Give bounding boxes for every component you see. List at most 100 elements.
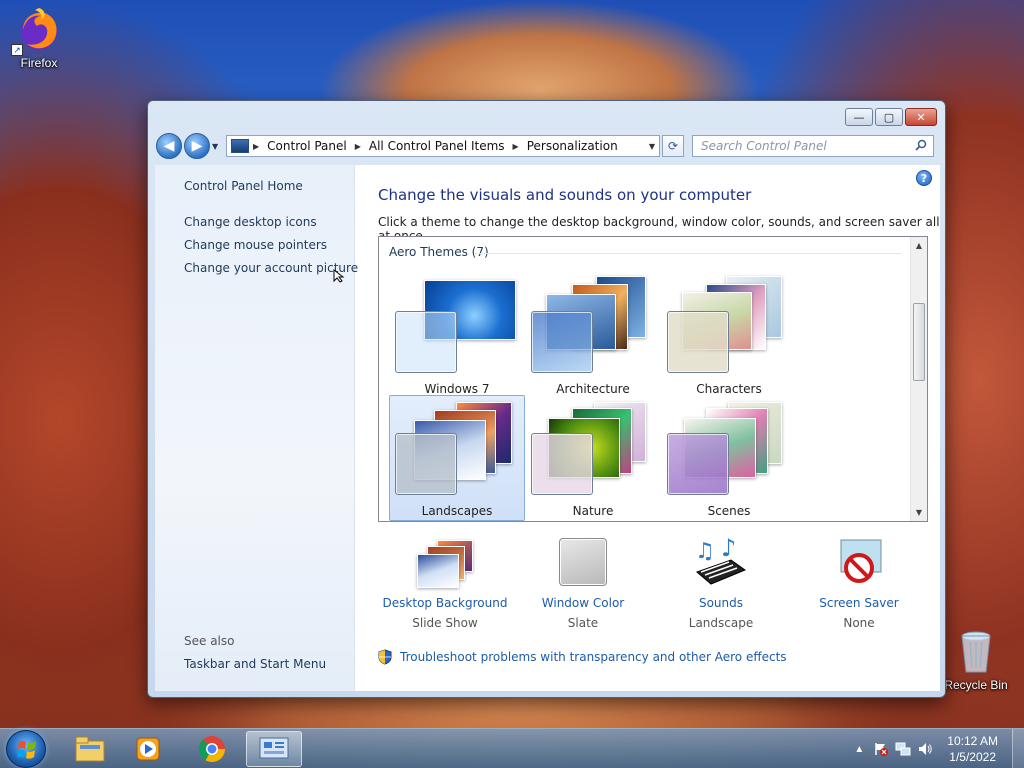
- desktop-icon-label: Firefox: [20, 56, 58, 70]
- desktop-icon-label: Recycle Bin: [944, 678, 1008, 692]
- taskbar-control-panel[interactable]: [246, 731, 302, 767]
- theme-landscapes[interactable]: Landscapes: [389, 395, 525, 521]
- left-pane: Control Panel Home Change desktop icons …: [155, 165, 358, 691]
- navigation-bar: ◀ ▶ ▼ ▶ Control Panel ▶ All Control Pane…: [156, 133, 937, 159]
- svg-text:♫: ♫: [695, 539, 715, 564]
- control-panel-icon: [231, 139, 249, 153]
- close-button[interactable]: ✕: [905, 108, 937, 126]
- theme-thumbnail: [526, 274, 662, 374]
- theme-label: Scenes: [707, 504, 751, 518]
- themes-scrollbar[interactable]: ▲ ▼: [910, 237, 927, 521]
- content-area: Control Panel Home Change desktop icons …: [155, 165, 940, 691]
- desktop-icon-firefox[interactable]: ↗ Firefox: [1, 6, 77, 70]
- address-dropdown-icon[interactable]: ▼: [649, 142, 655, 151]
- svg-text:♪: ♪: [721, 538, 736, 562]
- theme-architecture[interactable]: Architecture: [525, 273, 661, 399]
- group-divider: [474, 253, 901, 254]
- window-color-setting[interactable]: Window Color Slate: [513, 538, 653, 630]
- search-icon[interactable]: [915, 139, 927, 151]
- start-button[interactable]: [6, 730, 46, 768]
- breadcrumb-all-items[interactable]: All Control Panel Items: [369, 139, 505, 153]
- theme-scenes[interactable]: Scenes: [661, 395, 797, 521]
- themes-list[interactable]: Aero Themes (7) Windows 7 Architecture C…: [378, 236, 928, 522]
- back-button[interactable]: ◀: [156, 133, 182, 159]
- aero-themes-group-label: Aero Themes (7): [389, 245, 489, 259]
- theme-label: Characters: [696, 382, 762, 396]
- show-hidden-icons-icon[interactable]: ▲: [851, 741, 867, 757]
- show-desktop-button[interactable]: [1012, 729, 1024, 768]
- search-placeholder: Search Control Panel: [701, 139, 827, 153]
- theme-settings-row: Desktop Background Slide Show Window Col…: [355, 534, 940, 638]
- clock-time: 10:12 AM: [947, 734, 998, 748]
- taskbar-media-player[interactable]: [120, 731, 176, 767]
- network-icon[interactable]: [895, 741, 911, 757]
- setting-value: Slide Show: [412, 616, 478, 630]
- clock[interactable]: 10:12 AM 1/5/2022: [947, 733, 998, 765]
- theme-thumbnail: [390, 396, 526, 496]
- taskbar-chrome[interactable]: [184, 731, 240, 767]
- setting-title: Window Color: [541, 596, 625, 610]
- minimize-button[interactable]: —: [845, 108, 873, 126]
- breadcrumb-separator-icon[interactable]: ▶: [253, 142, 259, 151]
- scroll-down-icon[interactable]: ▼: [911, 504, 927, 521]
- taskbar: ▲ 10:12 AM 1/5/2022: [0, 728, 1024, 768]
- change-account-picture-link[interactable]: Change your account picture: [184, 261, 358, 275]
- breadcrumb-personalization[interactable]: Personalization: [527, 139, 618, 153]
- main-pane: ? Change the visuals and sounds on your …: [355, 165, 940, 691]
- windows-logo-icon: [17, 740, 36, 759]
- refresh-button[interactable]: ⟳: [662, 135, 684, 157]
- sounds-setting[interactable]: ♫ ♪ Sounds Landscape: [651, 534, 791, 630]
- chrome-icon: [198, 736, 226, 763]
- screen-saver-setting[interactable]: Screen Saver None: [789, 538, 929, 630]
- theme-label: Architecture: [556, 382, 630, 396]
- theme-label: Nature: [572, 504, 614, 518]
- theme-nature[interactable]: Nature: [525, 395, 661, 521]
- theme-thumbnail: [662, 274, 798, 374]
- theme-characters[interactable]: Characters: [661, 273, 797, 399]
- page-title: Change the visuals and sounds on your co…: [378, 186, 752, 204]
- mouse-cursor-icon: [333, 269, 345, 283]
- file-explorer-icon: [75, 736, 105, 762]
- control-panel-icon: [259, 737, 289, 759]
- see-also-label: See also: [184, 634, 235, 648]
- taskbar-file-explorer[interactable]: [62, 731, 118, 767]
- theme-label: Windows 7: [424, 382, 490, 396]
- sounds-icon: ♫ ♪: [691, 534, 751, 590]
- change-desktop-icons-link[interactable]: Change desktop icons: [184, 215, 317, 229]
- scroll-thumb[interactable]: [913, 303, 925, 381]
- clock-date: 1/5/2022: [949, 750, 996, 764]
- volume-icon[interactable]: [917, 741, 933, 757]
- scroll-up-icon[interactable]: ▲: [911, 237, 927, 254]
- shield-icon: [378, 649, 392, 665]
- help-icon[interactable]: ?: [916, 170, 932, 186]
- window-color-icon: [553, 538, 613, 590]
- action-center-flag-icon[interactable]: [873, 741, 889, 757]
- recent-pages-dropdown[interactable]: ▼: [212, 142, 222, 151]
- setting-value: Landscape: [688, 616, 754, 630]
- search-input[interactable]: Search Control Panel: [692, 135, 934, 157]
- system-tray: ▲ 10:12 AM 1/5/2022: [851, 729, 1014, 768]
- address-bar[interactable]: ▶ Control Panel ▶ All Control Panel Item…: [226, 135, 660, 157]
- desktop-background-setting[interactable]: Desktop Background Slide Show: [375, 538, 515, 630]
- screen-saver-icon: [829, 538, 889, 590]
- control-panel-home-link[interactable]: Control Panel Home: [184, 179, 303, 193]
- theme-thumbnail: [662, 396, 798, 496]
- forward-button[interactable]: ▶: [184, 133, 210, 159]
- firefox-icon: ↗: [11, 6, 63, 56]
- troubleshoot-link[interactable]: Troubleshoot problems with transparency …: [378, 649, 787, 665]
- media-player-icon: [136, 737, 160, 761]
- breadcrumb-control-panel[interactable]: Control Panel: [267, 139, 347, 153]
- maximize-button[interactable]: ▢: [875, 108, 903, 126]
- desktop-background-icon: [415, 538, 475, 590]
- personalization-window: — ▢ ✕ ◀ ▶ ▼ ▶ Control Panel ▶ All Contro…: [147, 100, 946, 698]
- setting-value: Slate: [567, 616, 599, 630]
- theme-thumbnail: [390, 274, 526, 374]
- taskbar-start-menu-link[interactable]: Taskbar and Start Menu: [184, 657, 326, 671]
- breadcrumb-separator-icon[interactable]: ▶: [513, 142, 519, 151]
- theme-windows-7[interactable]: Windows 7: [389, 273, 525, 399]
- theme-thumbnail: [526, 396, 662, 496]
- setting-value: None: [843, 616, 875, 630]
- desktop-icon-recycle-bin[interactable]: Recycle Bin: [938, 628, 1014, 692]
- change-mouse-pointers-link[interactable]: Change mouse pointers: [184, 238, 327, 252]
- breadcrumb-separator-icon[interactable]: ▶: [355, 142, 361, 151]
